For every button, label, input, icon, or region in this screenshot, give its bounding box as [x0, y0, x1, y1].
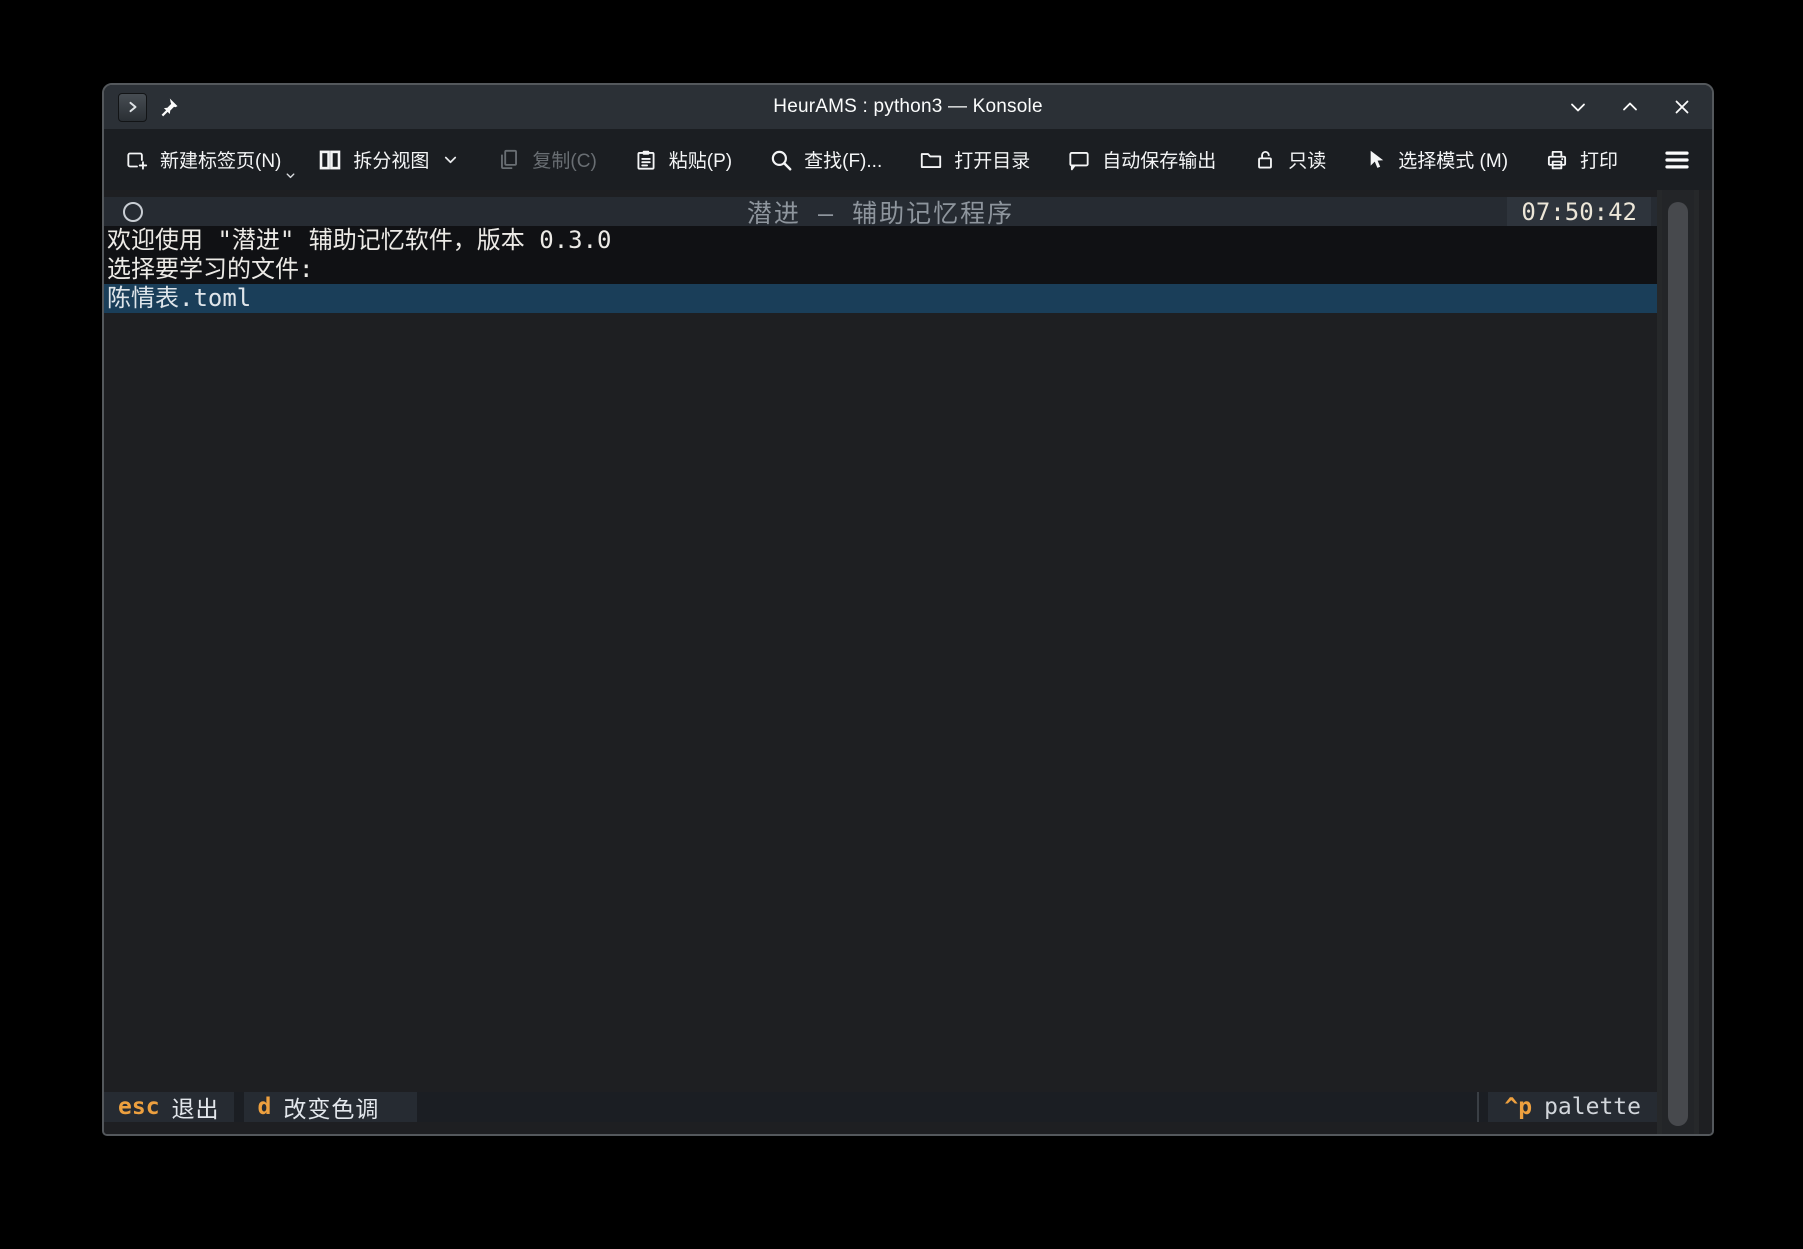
lock-open-icon	[1252, 147, 1278, 173]
read-only-label: 只读	[1288, 146, 1326, 173]
keybinding-d[interactable]: d 改变色调	[244, 1092, 418, 1122]
printer-icon	[1544, 147, 1570, 173]
new-tab-button[interactable]: 新建标签页(N)	[124, 146, 281, 173]
print-button[interactable]: 打印	[1544, 146, 1618, 173]
konsole-window: HeurAMS : python3 — Konsole 新建标签页(N)	[102, 83, 1714, 1136]
split-view-button[interactable]: 拆分视图	[317, 146, 460, 173]
keybinding-palette[interactable]: ^p palette	[1488, 1092, 1657, 1122]
paste-button[interactable]: 粘贴(P)	[633, 146, 732, 173]
key-hint: d	[258, 1094, 272, 1120]
new-tab-label: 新建标签页(N)	[160, 146, 281, 173]
keybinding-esc[interactable]: esc 退出	[104, 1092, 234, 1122]
prompt-line: 选择要学习的文件:	[104, 255, 1657, 284]
terminal-empty-area	[104, 313, 1657, 1092]
cursor-arrow-icon	[1362, 147, 1388, 173]
key-action-label: 改变色调	[283, 1090, 379, 1124]
copy-label: 复制(C)	[532, 146, 596, 173]
output-bubble-icon	[1066, 147, 1092, 173]
folder-open-icon	[918, 147, 944, 173]
scrollbar-thumb[interactable]	[1668, 202, 1688, 1126]
toolbar: 新建标签页(N) 拆分视图 复制(C) 粘贴(P)	[104, 129, 1712, 190]
konsole-app-icon	[118, 93, 147, 122]
file-list-item-selected[interactable]: 陈情表.toml	[104, 284, 1657, 313]
key-action-label: palette	[1544, 1094, 1641, 1120]
footer-divider	[1477, 1092, 1479, 1122]
open-directory-button[interactable]: 打开目录	[918, 146, 1030, 173]
clock: 07:50:42	[1507, 197, 1651, 226]
hamburger-menu-button[interactable]	[1662, 145, 1692, 175]
select-mode-button[interactable]: 选择模式 (M)	[1362, 146, 1508, 173]
copy-icon	[496, 147, 522, 173]
autosave-output-label: 自动保存输出	[1102, 146, 1216, 173]
pin-icon[interactable]	[157, 96, 180, 119]
chevron-down-icon[interactable]	[284, 169, 297, 182]
minimize-button[interactable]	[1566, 95, 1590, 119]
welcome-line: 欢迎使用 "潜进" 辅助记忆软件，版本 0.3.0	[104, 226, 1657, 255]
tui-header: 潜进 – 辅助记忆程序 07:50:42	[104, 197, 1657, 226]
split-view-icon	[317, 147, 343, 173]
scrollbar-track[interactable]	[1657, 190, 1699, 1134]
copy-button: 复制(C)	[496, 146, 596, 173]
paste-icon	[633, 147, 659, 173]
terminal-view[interactable]: 潜进 – 辅助记忆程序 07:50:42 欢迎使用 "潜进" 辅助记忆软件，版本…	[104, 190, 1712, 1134]
find-button[interactable]: 查找(F)...	[768, 146, 882, 173]
maximize-button[interactable]	[1618, 95, 1642, 119]
tui-footer: esc 退出 d 改变色调 ^p palette	[104, 1092, 1657, 1122]
search-icon	[768, 147, 794, 173]
print-label: 打印	[1580, 146, 1618, 173]
tab-new-icon	[124, 147, 150, 173]
key-hint: ^p	[1504, 1094, 1532, 1120]
find-label: 查找(F)...	[804, 146, 882, 173]
key-hint: esc	[118, 1094, 160, 1120]
autosave-output-button[interactable]: 自动保存输出	[1066, 146, 1216, 173]
window-title: HeurAMS : python3 — Konsole	[773, 96, 1042, 118]
title-bar[interactable]: HeurAMS : python3 — Konsole	[104, 85, 1712, 129]
split-view-label: 拆分视图	[353, 146, 429, 173]
close-button[interactable]	[1670, 95, 1694, 119]
read-only-button[interactable]: 只读	[1252, 146, 1326, 173]
paste-label: 粘贴(P)	[669, 146, 732, 173]
select-mode-label: 选择模式 (M)	[1398, 146, 1508, 173]
key-action-label: 退出	[172, 1090, 220, 1124]
app-title: 潜进 – 辅助记忆程序	[104, 194, 1657, 230]
open-directory-label: 打开目录	[954, 146, 1030, 173]
chevron-down-icon[interactable]	[441, 150, 460, 169]
